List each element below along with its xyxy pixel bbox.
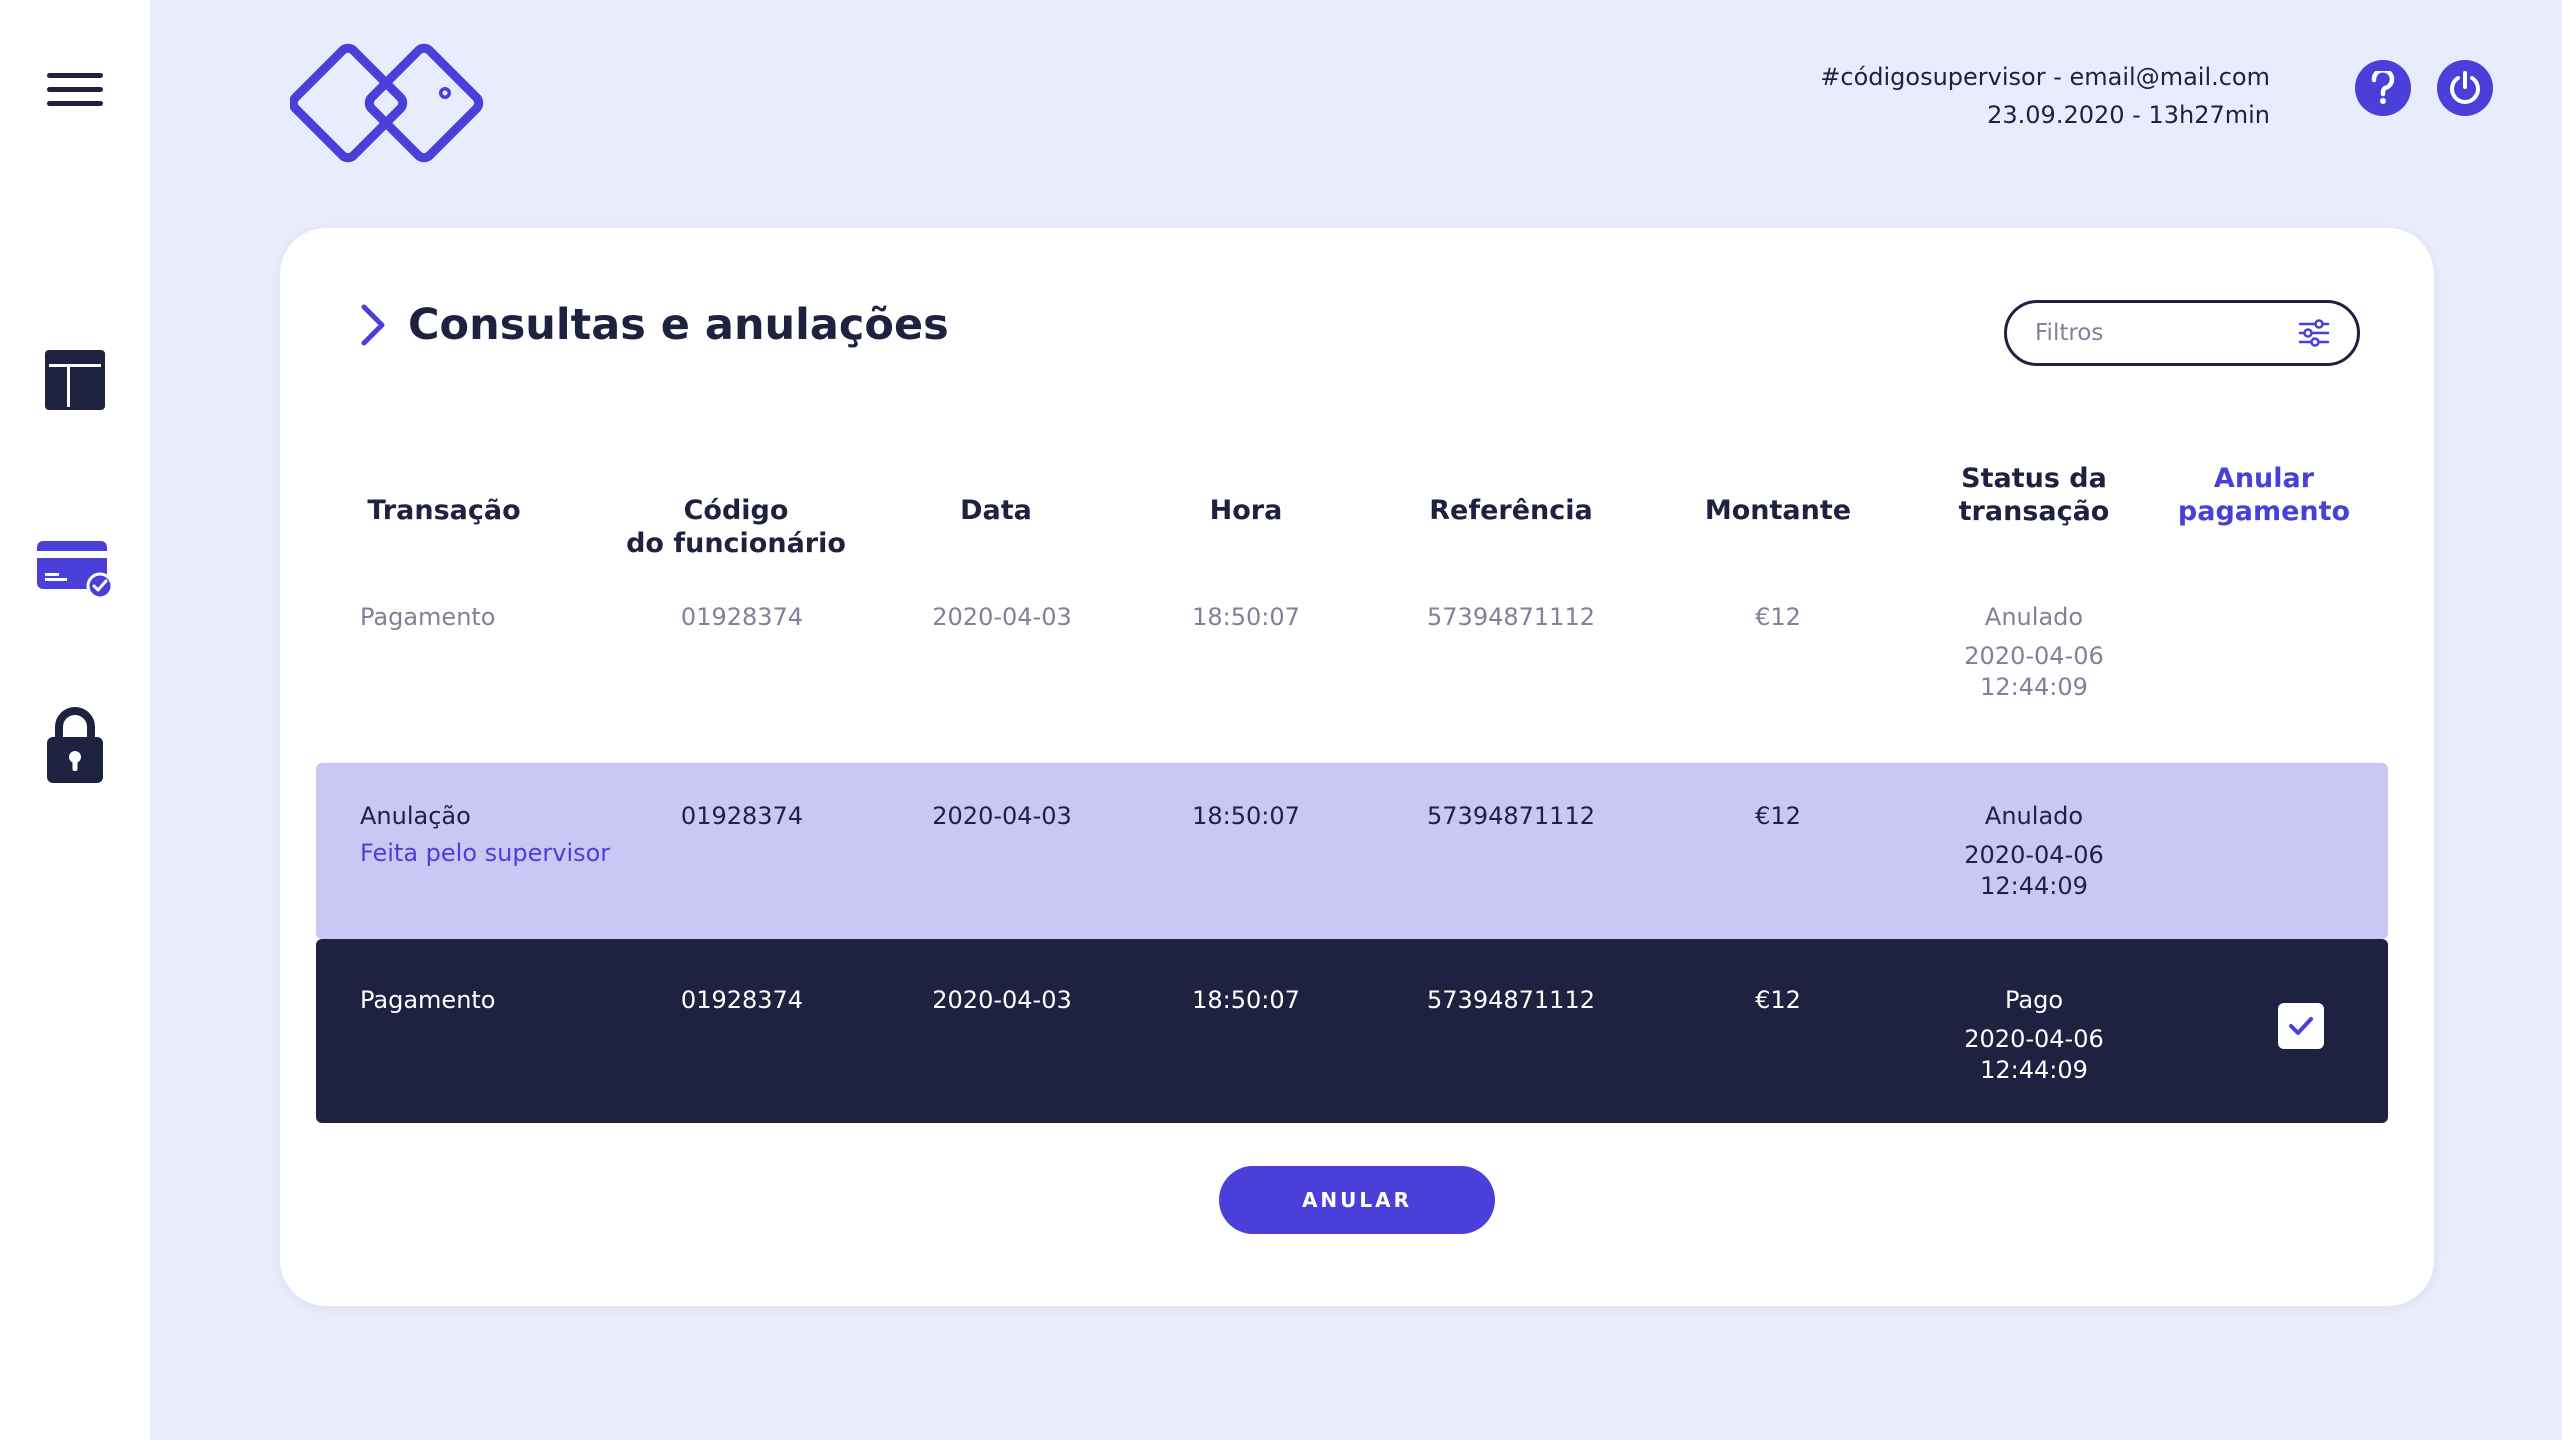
filter-input[interactable] (2035, 320, 2275, 346)
cell-montante: €12 (1755, 802, 1801, 830)
cell-hora: 18:50:07 (1192, 986, 1300, 1014)
sliders-icon[interactable] (2297, 316, 2331, 350)
column-header-montante[interactable]: Montante (1705, 494, 1851, 527)
sidebar-item-transactions[interactable] (0, 535, 150, 605)
cell-referencia: 57394871112 (1427, 986, 1595, 1014)
column-header-transacao[interactable]: Transação (367, 494, 520, 527)
brand-logo-icon (290, 43, 484, 163)
main-card: Consultas e anulações Transação Código d… (280, 228, 2434, 1306)
table-row[interactable]: Pagamento 01928374 2020-04-03 18:50:07 5… (316, 598, 2388, 763)
help-button[interactable] (2355, 60, 2411, 116)
transactions-table: Transação Código do funcionário Data Hor… (316, 463, 2388, 1123)
status-date: 2020-04-06 (1964, 841, 2104, 869)
cell-hora: 18:50:07 (1192, 802, 1300, 830)
cell-referencia: 57394871112 (1427, 802, 1595, 830)
anular-checkbox[interactable] (2278, 1003, 2324, 1049)
cell-codigo: 01928374 (680, 603, 804, 631)
user-email: #códigosupervisor - email@mail.com (1820, 63, 2270, 91)
power-icon (2450, 71, 2480, 104)
menu-icon (47, 73, 103, 106)
cell-montante: €12 (1755, 986, 1801, 1014)
column-header-data[interactable]: Data (960, 494, 1032, 527)
cell-codigo: 01928374 (680, 802, 804, 830)
user-info: #códigosupervisor - email@mail.com 23.09… (1820, 58, 2270, 134)
sidebar-item-security[interactable] (0, 700, 150, 790)
layout-icon (45, 350, 105, 410)
cell-transacao: Anulação Feita pelo supervisor (360, 801, 610, 869)
cell-hora: 18:50:07 (1192, 603, 1300, 631)
status-time: 12:44:09 (1980, 673, 2088, 701)
card-check-icon (37, 541, 113, 599)
cell-status: Pago 2020-04-06 12:44:09 (1964, 985, 2103, 1086)
chevron-right-icon (361, 304, 385, 346)
status-date: 2020-04-06 (1964, 1025, 2104, 1053)
column-header-codigo[interactable]: Código do funcionário (626, 494, 846, 560)
transaction-type: Anulação (360, 802, 471, 830)
question-icon (2371, 71, 2395, 104)
table-header: Transação Código do funcionário Data Hor… (316, 463, 2388, 598)
column-header-anular[interactable]: Anular pagamento (2178, 462, 2350, 528)
status-label: Anulado (1984, 802, 2084, 830)
menu-button[interactable] (0, 60, 150, 120)
status-date: 2020-04-06 (1964, 642, 2104, 670)
table-row[interactable]: Anulação Feita pelo supervisor 01928374 … (316, 763, 2388, 939)
sidebar-item-dashboard[interactable] (0, 345, 150, 415)
cell-transacao: Pagamento (360, 603, 496, 631)
table-row-selected[interactable]: Pagamento 01928374 2020-04-03 18:50:07 5… (316, 939, 2388, 1123)
column-header-referencia[interactable]: Referência (1429, 494, 1593, 527)
logout-button[interactable] (2437, 60, 2493, 116)
status-label: Anulado (1984, 603, 2084, 631)
lock-icon (47, 707, 103, 783)
anular-button[interactable]: ANULAR (1219, 1166, 1495, 1234)
cell-status: Anulado 2020-04-06 12:44:09 (1964, 801, 2103, 902)
check-icon (2289, 1017, 2313, 1035)
cell-data: 2020-04-03 (932, 986, 1072, 1014)
column-header-status[interactable]: Status da transação (1959, 462, 2110, 528)
sidebar (0, 0, 150, 1440)
column-header-hora[interactable]: Hora (1210, 494, 1283, 527)
cell-data: 2020-04-03 (932, 603, 1072, 631)
page-header: Consultas e anulações (358, 300, 949, 350)
status-label: Pago (2004, 986, 2064, 1014)
cell-data: 2020-04-03 (932, 802, 1072, 830)
cell-transacao: Pagamento (360, 986, 496, 1014)
filter-field[interactable] (2004, 300, 2360, 366)
cell-status: Anulado 2020-04-06 12:44:09 (1964, 602, 2103, 703)
current-datetime: 23.09.2020 - 13h27min (1987, 101, 2270, 129)
cell-montante: €12 (1755, 603, 1801, 631)
cell-referencia: 57394871112 (1427, 603, 1595, 631)
status-time: 12:44:09 (1980, 872, 2088, 900)
page-title: Consultas e anulações (408, 300, 949, 350)
status-time: 12:44:09 (1980, 1056, 2088, 1084)
transaction-note: Feita pelo supervisor (360, 839, 611, 867)
cell-codigo: 01928374 (680, 986, 804, 1014)
